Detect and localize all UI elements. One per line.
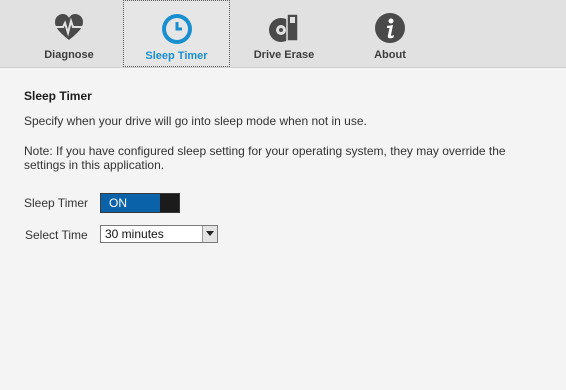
sleep-timer-toggle[interactable]: ON bbox=[100, 193, 180, 213]
chevron-down-icon[interactable] bbox=[202, 226, 217, 242]
tab-drive-erase[interactable]: Drive Erase bbox=[232, 0, 336, 67]
description-text: Specify when your drive will go into sle… bbox=[24, 114, 367, 128]
section-title: Sleep Timer bbox=[24, 89, 92, 103]
tab-about[interactable]: About bbox=[338, 0, 442, 67]
sleep-timer-panel: Sleep Timer Specify when your drive will… bbox=[0, 68, 566, 390]
clock-icon bbox=[161, 13, 193, 45]
sleep-timer-label: Sleep Timer bbox=[24, 196, 89, 210]
tab-toolbar: Diagnose Sleep Timer Drive Erase About bbox=[0, 0, 566, 68]
select-time-value: 30 minutes bbox=[105, 227, 164, 241]
tab-sleep-timer[interactable]: Sleep Timer bbox=[123, 0, 230, 67]
drive-erase-icon bbox=[268, 12, 300, 44]
tab-diagnose[interactable]: Diagnose bbox=[17, 0, 121, 67]
note-text: Note: If you have configured sleep setti… bbox=[24, 144, 506, 172]
select-time-dropdown[interactable]: 30 minutes bbox=[100, 225, 218, 243]
tab-label: Diagnose bbox=[44, 49, 94, 61]
toggle-state-text: ON bbox=[101, 194, 160, 212]
heart-pulse-icon bbox=[53, 12, 85, 44]
tab-label: Sleep Timer bbox=[145, 50, 208, 62]
info-icon bbox=[374, 12, 406, 44]
tab-label: About bbox=[374, 49, 406, 61]
select-time-label: Select Time bbox=[25, 228, 88, 242]
tab-label: Drive Erase bbox=[253, 49, 315, 61]
